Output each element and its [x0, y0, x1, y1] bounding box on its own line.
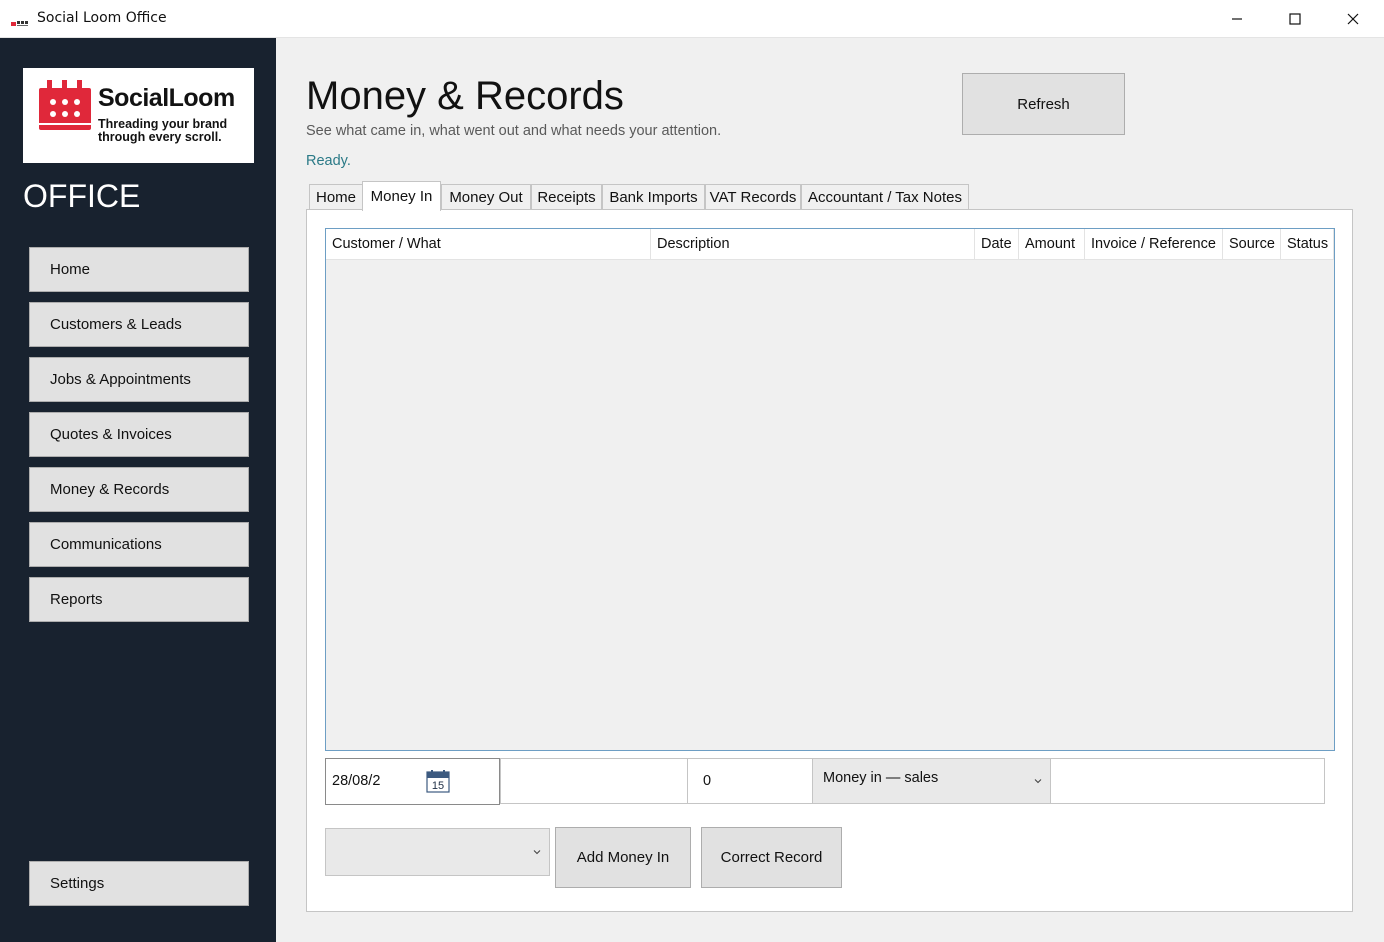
- date-picker[interactable]: 28/08/2 15: [325, 758, 500, 805]
- money-in-panel: Customer / What Description Date Amount …: [306, 209, 1353, 912]
- page-subtitle: See what came in, what went out and what…: [306, 123, 722, 139]
- maximize-button[interactable]: [1266, 0, 1324, 38]
- tab-receipts[interactable]: Receipts: [531, 184, 602, 210]
- settings-button[interactable]: Settings: [29, 861, 249, 906]
- nav-reports-button[interactable]: Reports: [29, 577, 249, 622]
- customer-select[interactable]: [325, 828, 550, 876]
- main-content: Money & Records See what came in, what w…: [276, 38, 1384, 942]
- app-icon: [11, 14, 31, 26]
- column-header-amount[interactable]: Amount: [1019, 229, 1085, 260]
- category-value: Money in — sales: [823, 770, 939, 786]
- section-label: OFFICE: [23, 178, 141, 214]
- amount-input[interactable]: 0: [687, 758, 813, 804]
- tab-vat-records[interactable]: VAT Records: [705, 184, 801, 210]
- minimize-button[interactable]: [1208, 0, 1266, 38]
- nav-communications-button[interactable]: Communications: [29, 522, 249, 567]
- calendar-icon[interactable]: 15: [426, 769, 450, 797]
- chevron-down-icon: [533, 850, 541, 855]
- money-in-grid[interactable]: Customer / What Description Date Amount …: [325, 228, 1335, 751]
- loom-logo-icon: [39, 80, 91, 130]
- minimize-icon: [1232, 18, 1242, 20]
- tab-bank-imports[interactable]: Bank Imports: [602, 184, 705, 210]
- close-button[interactable]: [1324, 0, 1382, 38]
- add-money-in-button[interactable]: Add Money In: [555, 827, 691, 888]
- chevron-down-icon: [1034, 779, 1042, 784]
- grid-header: Customer / What Description Date Amount …: [326, 229, 1334, 260]
- title-bar: Social Loom Office: [0, 0, 1384, 38]
- column-header-status[interactable]: Status: [1281, 229, 1334, 260]
- nav-home-button[interactable]: Home: [29, 247, 249, 292]
- logo-name: SocialLoom: [98, 84, 235, 112]
- column-header-customer[interactable]: Customer / What: [326, 229, 651, 260]
- calendar-day: 15: [432, 780, 444, 792]
- logo-tagline: Threading your brand through every scrol…: [98, 117, 228, 144]
- tab-home[interactable]: Home: [309, 184, 363, 210]
- date-value: 28/08/2: [332, 773, 381, 789]
- status-text: Ready.: [306, 153, 351, 169]
- tab-accountant-tax-notes[interactable]: Accountant / Tax Notes: [801, 184, 969, 210]
- tab-money-in[interactable]: Money In: [362, 181, 441, 211]
- page-title: Money & Records: [306, 74, 624, 118]
- tab-money-out[interactable]: Money Out: [441, 184, 531, 210]
- nav-money-records-button[interactable]: Money & Records: [29, 467, 249, 512]
- maximize-icon: [1289, 13, 1301, 25]
- logo: SocialLoom Threading your brand through …: [23, 68, 254, 163]
- category-select[interactable]: Money in — sales: [812, 758, 1051, 804]
- nav-customers-leads-button[interactable]: Customers & Leads: [29, 302, 249, 347]
- column-header-date[interactable]: Date: [975, 229, 1019, 260]
- nav-jobs-appointments-button[interactable]: Jobs & Appointments: [29, 357, 249, 402]
- refresh-button[interactable]: Refresh: [962, 73, 1125, 135]
- description-input[interactable]: [500, 758, 688, 804]
- column-header-source[interactable]: Source: [1223, 229, 1281, 260]
- column-header-description[interactable]: Description: [651, 229, 975, 260]
- reference-input[interactable]: [1050, 758, 1325, 804]
- column-header-invoice-reference[interactable]: Invoice / Reference: [1085, 229, 1223, 260]
- correct-record-button[interactable]: Correct Record: [701, 827, 842, 888]
- close-icon: [1347, 13, 1359, 25]
- window-title: Social Loom Office: [37, 10, 167, 26]
- sidebar: SocialLoom Threading your brand through …: [0, 38, 276, 942]
- nav-quotes-invoices-button[interactable]: Quotes & Invoices: [29, 412, 249, 457]
